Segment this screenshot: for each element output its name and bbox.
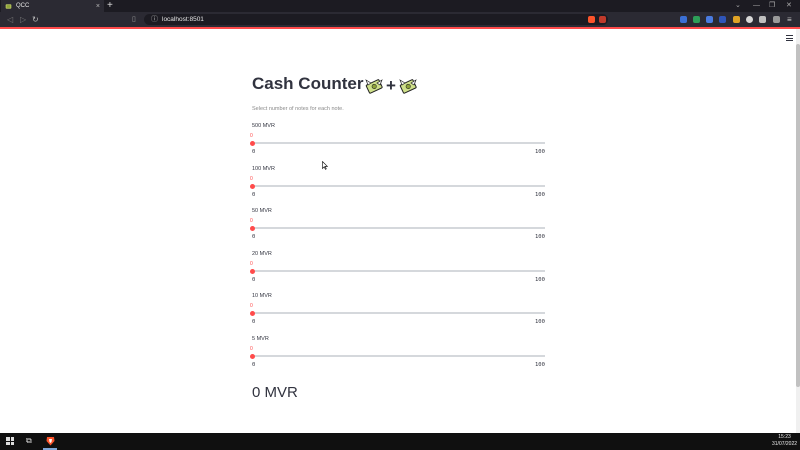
slider-20-min: 0: [252, 277, 256, 283]
money-wings-icon: [365, 79, 383, 94]
reload-icon[interactable]: ↻: [32, 12, 39, 27]
slider-50-value: 0: [250, 218, 253, 224]
slider-500-min: 0: [252, 149, 256, 155]
slider-500-max: 100: [535, 149, 545, 155]
slider-500-thumb[interactable]: [250, 140, 255, 146]
slider-50-min: 0: [252, 234, 256, 240]
browser-tab[interactable]: QCC ×: [1, 0, 104, 12]
url-text[interactable]: localhost:8501: [162, 14, 204, 25]
windows-start-icon[interactable]: [6, 437, 14, 445]
slider-100-track[interactable]: [252, 185, 545, 187]
browser-menu-icon[interactable]: ≡: [787, 12, 792, 27]
page-title: Cash Counter: [252, 74, 364, 93]
extension-generic-icon[interactable]: [746, 16, 753, 23]
total-amount: 0 MVR: [252, 384, 298, 401]
wallet-icon[interactable]: [773, 16, 780, 23]
tab-title: QCC: [16, 3, 30, 9]
taskbar-active-indicator: [43, 448, 57, 450]
browser-tab-strip: [0, 0, 800, 12]
brave-browser-icon[interactable]: [46, 436, 55, 446]
slider-5-min: 0: [252, 362, 256, 368]
title-emoji-group: +: [364, 76, 418, 96]
extension-check-icon[interactable]: [693, 16, 700, 23]
slider-100-max: 100: [535, 192, 545, 198]
bookmark-icon[interactable]: ▯: [132, 12, 136, 27]
slider-10-track[interactable]: [252, 312, 545, 314]
brave-shields-icon[interactable]: [588, 16, 595, 23]
app-menu-icon[interactable]: [786, 35, 794, 41]
windows-taskbar: [0, 433, 800, 450]
clock-date: 31/07/2022: [772, 441, 798, 447]
back-icon[interactable]: ◁: [7, 12, 13, 27]
slider-50-track[interactable]: [252, 227, 545, 229]
address-bar[interactable]: [144, 14, 608, 25]
slider-100-min: 0: [252, 192, 256, 198]
slider-500-track[interactable]: [252, 142, 545, 144]
slider-100-thumb[interactable]: [250, 183, 255, 189]
system-clock[interactable]: 15:23 31/07/2022: [772, 434, 797, 448]
slider-10-thumb[interactable]: [250, 310, 255, 316]
extension-honey-icon[interactable]: [733, 16, 740, 23]
extension-ghostery-icon[interactable]: [719, 16, 726, 23]
new-tab-button[interactable]: +: [107, 0, 113, 12]
minimize-icon[interactable]: —: [753, 0, 760, 12]
slider-20-thumb[interactable]: [250, 268, 255, 274]
slider-5-label: 5 MVR: [252, 336, 269, 342]
extension-shield-icon[interactable]: [680, 16, 687, 23]
slider-10-label: 10 MVR: [252, 293, 272, 299]
slider-20-max: 100: [535, 277, 545, 283]
slider-5-track[interactable]: [252, 355, 545, 357]
extension-translate-icon[interactable]: [706, 16, 713, 23]
extensions-puzzle-icon[interactable]: [759, 16, 766, 23]
slider-50-thumb[interactable]: [250, 225, 255, 231]
slider-20-value: 0: [250, 261, 253, 267]
forward-icon[interactable]: ▷: [20, 12, 26, 27]
slider-100-label: 100 MVR: [252, 166, 275, 172]
slider-20-track[interactable]: [252, 270, 545, 272]
slider-500-value: 0: [250, 133, 253, 139]
slider-50-label: 50 MVR: [252, 208, 272, 214]
app-favicon-icon: [5, 3, 12, 9]
slider-5-max: 100: [535, 362, 545, 368]
money-wings-icon: [399, 79, 417, 94]
slider-5-value: 0: [250, 346, 253, 352]
slider-50-max: 100: [535, 234, 545, 240]
title-plus: +: [386, 76, 396, 95]
slider-5-thumb[interactable]: [250, 353, 255, 359]
slider-100-value: 0: [250, 176, 253, 182]
slider-10-max: 100: [535, 319, 545, 325]
scrollbar-thumb[interactable]: [796, 44, 800, 387]
info-icon[interactable]: ⓘ: [151, 14, 158, 25]
mouse-cursor-icon: [322, 161, 328, 170]
slider-10-value: 0: [250, 303, 253, 309]
maximize-icon[interactable]: ❐: [769, 0, 775, 12]
tab-search-icon[interactable]: ⌄: [735, 0, 741, 12]
tab-close-icon[interactable]: ×: [96, 3, 100, 10]
slider-20-label: 20 MVR: [252, 251, 272, 257]
page-subtitle: Select number of notes for each note.: [252, 106, 344, 112]
slider-500-label: 500 MVR: [252, 123, 275, 129]
clock-time: 15:23: [778, 434, 791, 440]
slider-10-min: 0: [252, 319, 256, 325]
task-view-icon[interactable]: ⧉: [26, 436, 32, 446]
close-window-icon[interactable]: ✕: [786, 0, 792, 12]
brave-rewards-icon[interactable]: [599, 16, 606, 23]
